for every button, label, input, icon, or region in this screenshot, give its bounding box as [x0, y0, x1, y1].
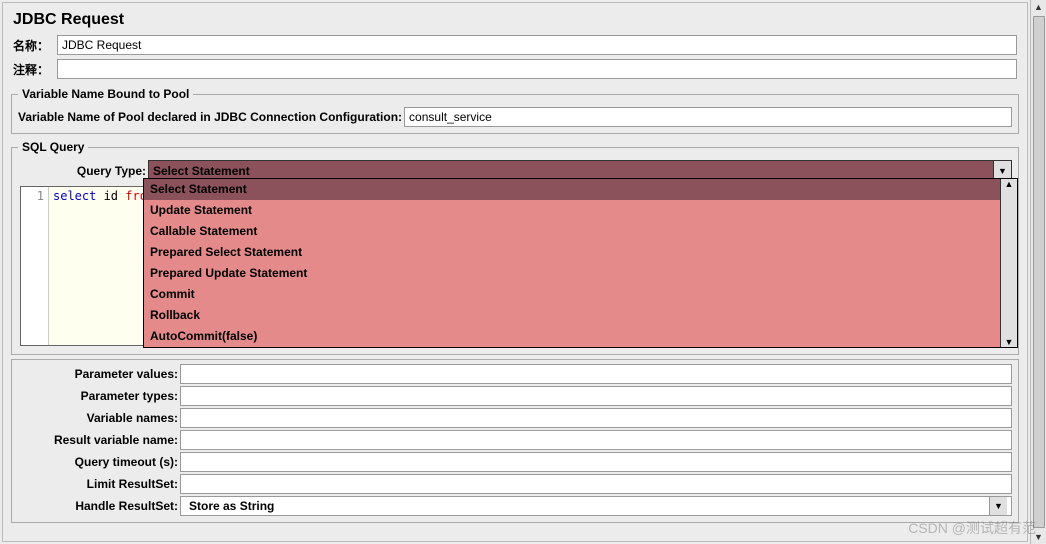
page-title: JDBC Request — [3, 3, 1027, 33]
sql-token: select — [53, 189, 96, 203]
dropdown-item[interactable]: Callable Statement — [144, 221, 1000, 242]
parameter-values-label: Parameter values: — [18, 367, 178, 381]
dropdown-scrollbar[interactable]: ▲ ▼ — [1001, 179, 1017, 347]
handle-resultset-label: Handle ResultSet: — [18, 499, 178, 513]
dropdown-item[interactable]: AutoCommit(false) — [144, 326, 1000, 347]
query-type-label: Query Type: — [18, 164, 146, 178]
limit-resultset-label: Limit ResultSet: — [18, 477, 178, 491]
dropdown-item[interactable]: Rollback — [144, 305, 1000, 326]
vertical-scrollbar[interactable]: ▲ ▼ — [1030, 0, 1046, 544]
query-type-value: Select Statement — [149, 164, 993, 178]
parameter-types-input[interactable] — [180, 386, 1012, 406]
dropdown-item[interactable]: Prepared Select Statement — [144, 242, 1000, 263]
variable-names-label: Variable names: — [18, 411, 178, 425]
variable-pool-fieldset: Variable Name Bound to Pool Variable Nam… — [11, 87, 1019, 134]
chevron-up-icon[interactable]: ▲ — [1005, 179, 1014, 189]
parameter-types-label: Parameter types: — [18, 389, 178, 403]
dropdown-item[interactable]: Prepared Update Statement — [144, 263, 1000, 284]
chevron-up-icon[interactable]: ▲ — [1034, 0, 1043, 14]
chevron-down-icon[interactable]: ▼ — [989, 497, 1007, 515]
comment-input[interactable] — [57, 59, 1017, 79]
name-label: 名称： — [13, 37, 57, 54]
scroll-thumb[interactable] — [1033, 16, 1045, 528]
sql-query-fieldset: SQL Query Query Type: Select Statement ▼… — [11, 140, 1019, 355]
variable-names-input[interactable] — [180, 408, 1012, 428]
line-number: 1 — [21, 189, 44, 203]
dropdown-item[interactable]: Update Statement — [144, 200, 1000, 221]
comment-label: 注释： — [13, 61, 57, 78]
jdbc-request-panel: JDBC Request 名称： 注释： Variable Name Bound… — [2, 2, 1028, 542]
handle-resultset-combo[interactable]: Store as String ▼ — [180, 496, 1012, 516]
limit-resultset-input[interactable] — [180, 474, 1012, 494]
query-timeout-input[interactable] — [180, 452, 1012, 472]
query-type-dropdown[interactable]: Select Statement Update Statement Callab… — [143, 178, 1018, 348]
query-timeout-label: Query timeout (s): — [18, 455, 178, 469]
pool-variable-label: Variable Name of Pool declared in JDBC C… — [18, 110, 402, 124]
chevron-down-icon[interactable]: ▼ — [1034, 530, 1043, 544]
chevron-down-icon[interactable]: ▼ — [1005, 337, 1014, 347]
parameters-panel: Parameter values: Parameter types: Varia… — [11, 359, 1019, 523]
name-input[interactable] — [57, 35, 1017, 55]
dropdown-item[interactable]: Select Statement — [144, 179, 1000, 200]
handle-resultset-value: Store as String — [185, 499, 989, 513]
pool-variable-input[interactable] — [404, 107, 1012, 127]
sql-token: id — [96, 189, 125, 203]
dropdown-item[interactable]: Commit — [144, 284, 1000, 305]
result-variable-name-input[interactable] — [180, 430, 1012, 450]
sql-query-legend: SQL Query — [18, 140, 88, 154]
variable-pool-legend: Variable Name Bound to Pool — [18, 87, 193, 101]
result-variable-name-label: Result variable name: — [18, 433, 178, 447]
line-number-gutter: 1 — [21, 187, 49, 345]
parameter-values-input[interactable] — [180, 364, 1012, 384]
